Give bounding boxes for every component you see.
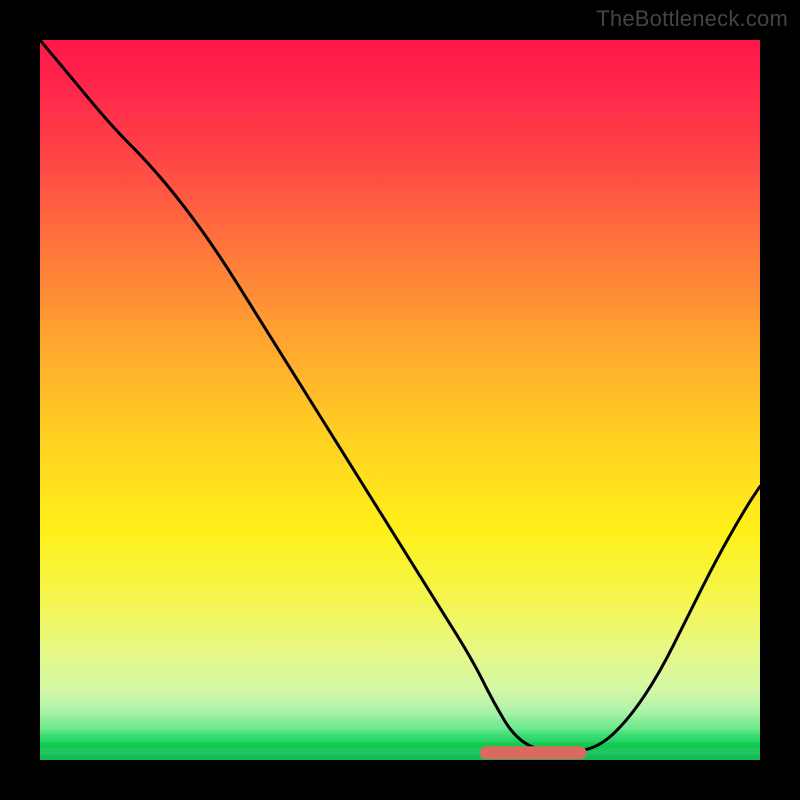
chart-frame: TheBottleneck.com bbox=[0, 0, 800, 800]
watermark-text: TheBottleneck.com bbox=[596, 6, 788, 32]
mismatch-curve bbox=[40, 40, 760, 753]
curve-layer bbox=[40, 40, 760, 760]
